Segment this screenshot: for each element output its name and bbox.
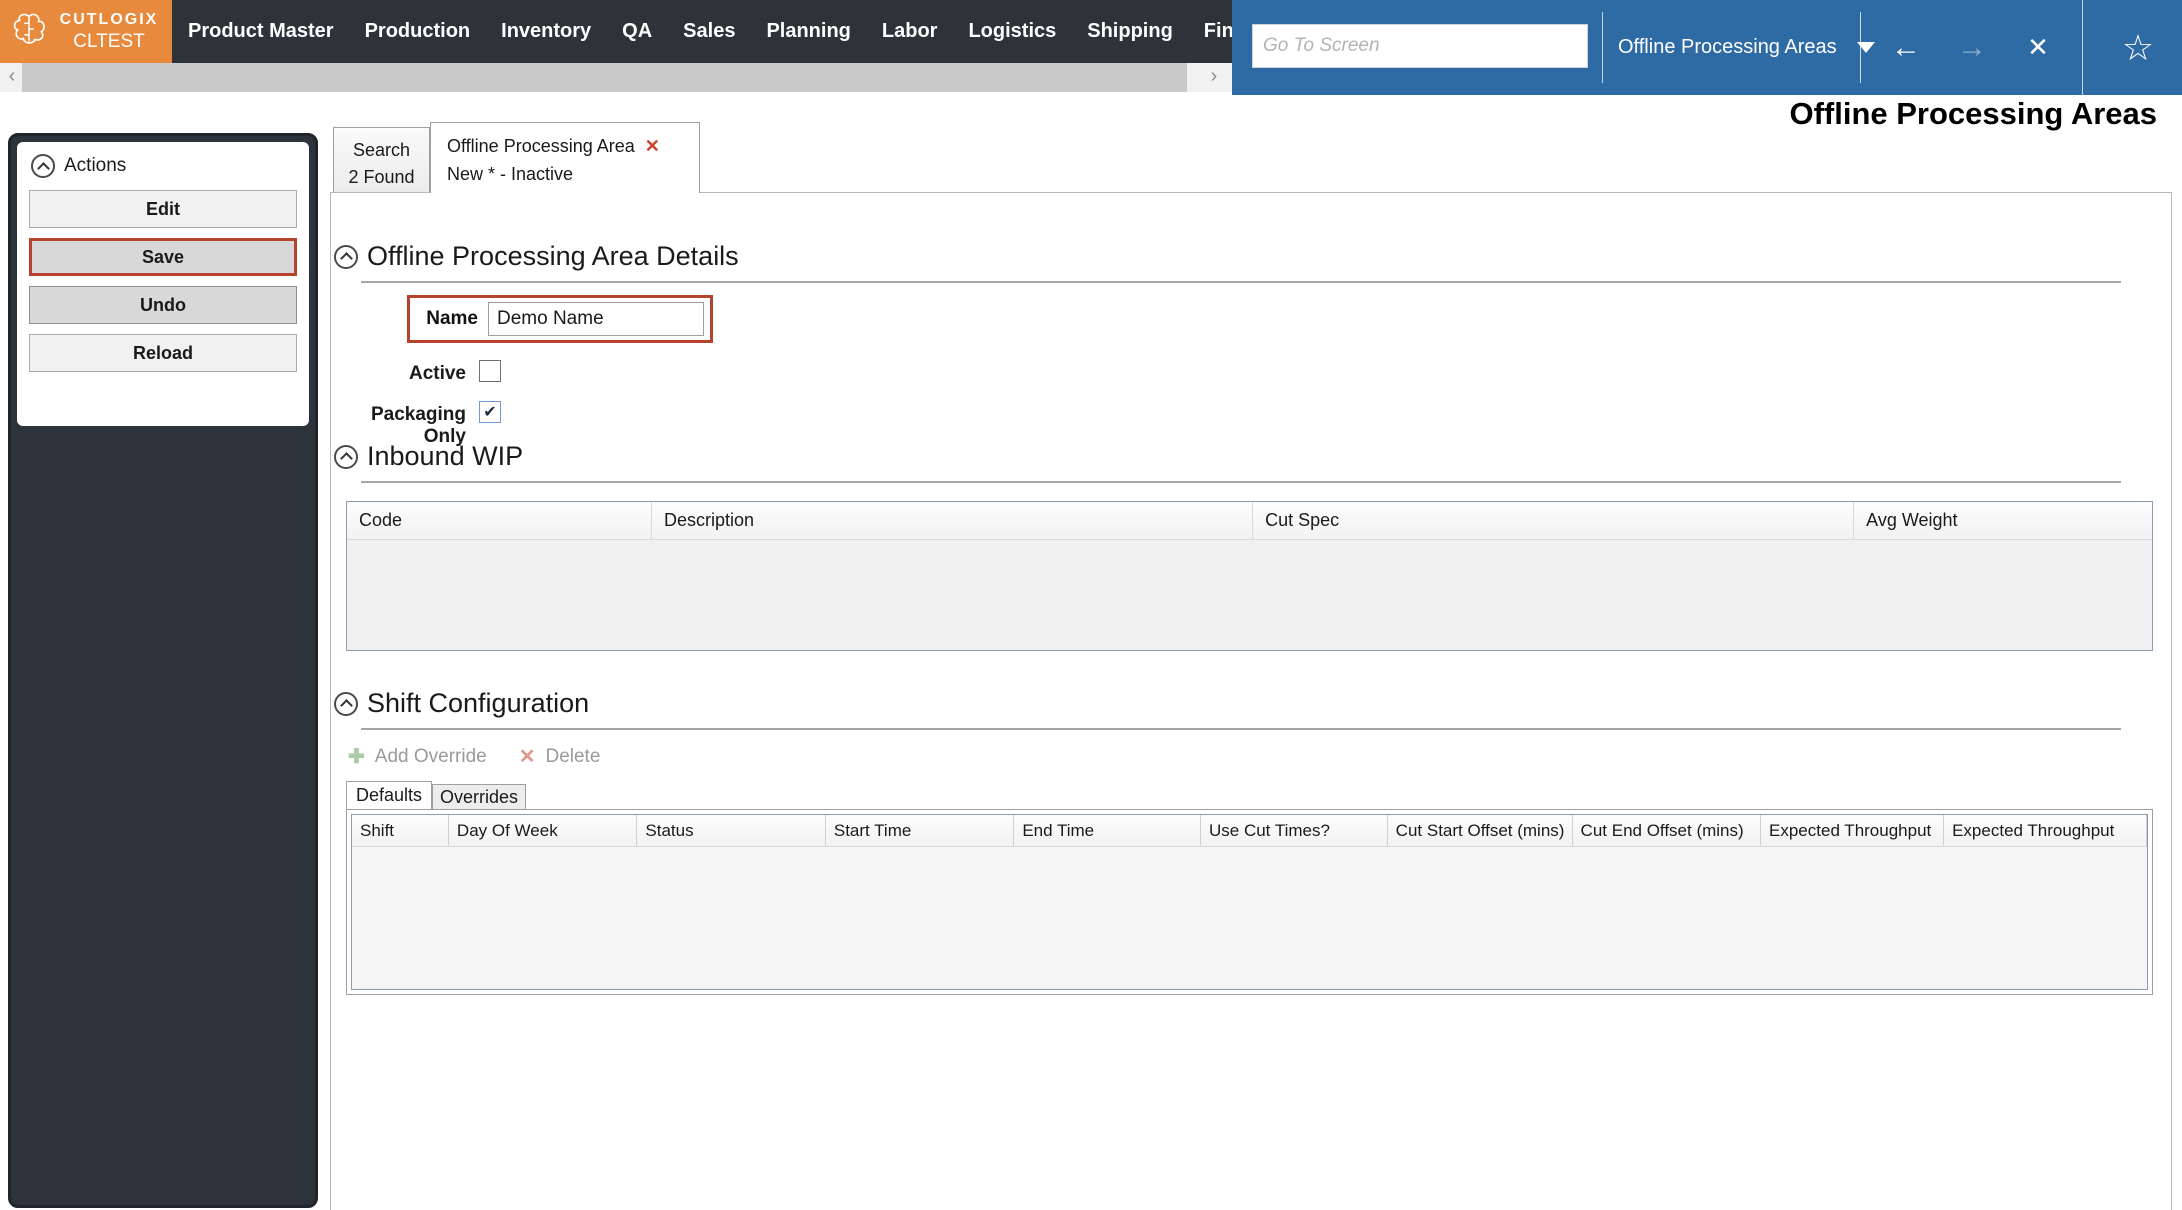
collapse-details-icon[interactable] xyxy=(334,244,358,269)
scrollbar-thumb[interactable] xyxy=(22,63,1187,92)
screen-selector-dropdown[interactable]: Offline Processing Areas xyxy=(1618,0,1875,95)
shift-toolbar: ✚ Add Override ✕ Delete xyxy=(348,744,600,769)
screen-selector-label: Offline Processing Areas xyxy=(1618,36,1837,58)
collapse-inbound-wip-icon[interactable] xyxy=(334,444,358,469)
column-header-code[interactable]: Code xyxy=(347,502,653,539)
tab-offline-processing-area[interactable]: Offline Processing Area ✕ New * - Inactiv… xyxy=(430,122,700,193)
column-header-use-cut-times[interactable]: Use Cut Times? xyxy=(1201,815,1388,846)
name-field-highlight: Name xyxy=(407,295,713,343)
column-header-description[interactable]: Description xyxy=(652,502,1254,539)
shift-table-header: Shift Day Of Week Status Start Time End … xyxy=(352,815,2147,847)
menu-item-finance[interactable]: Finance xyxy=(1204,20,1232,43)
menu-item-labor[interactable]: Labor xyxy=(882,20,938,43)
menu-item-logistics[interactable]: Logistics xyxy=(968,20,1056,43)
actions-card: Actions Edit Save Undo Reload xyxy=(17,142,309,426)
actions-header: Actions xyxy=(31,154,297,178)
menu-item-product-master[interactable]: Product Master xyxy=(188,20,334,43)
inbound-wip-section-header: Inbound WIP xyxy=(334,441,523,472)
forward-button[interactable]: → xyxy=(1946,0,1998,95)
divider xyxy=(1602,12,1603,83)
main-menu: Product Master Production Inventory QA S… xyxy=(172,0,1232,63)
packaging-only-checkbox[interactable] xyxy=(479,401,501,423)
inbound-wip-table-header: Code Description Cut Spec Avg Weight xyxy=(347,502,2152,540)
close-tab-icon[interactable]: ✕ xyxy=(645,136,660,156)
app-logo[interactable]: CUTLOGIX CLTEST xyxy=(0,0,172,63)
column-header-avg-weight[interactable]: Avg Weight xyxy=(1854,502,2152,539)
actions-sidebar: Actions Edit Save Undo Reload xyxy=(8,133,318,1208)
divider xyxy=(2082,0,2083,95)
inbound-wip-title: Inbound WIP xyxy=(367,441,524,471)
menu-item-qa[interactable]: QA xyxy=(622,20,652,43)
name-label: Name xyxy=(426,308,478,329)
active-checkbox[interactable] xyxy=(479,360,501,382)
collapse-actions-icon[interactable] xyxy=(31,154,55,178)
top-nav-bar: CUTLOGIX CLTEST Product Master Productio… xyxy=(0,0,1232,63)
tab-search-results[interactable]: Search 2 Found xyxy=(333,127,430,193)
column-header-cut-start-offset[interactable]: Cut Start Offset (mins) xyxy=(1388,815,1573,846)
delete-icon: ✕ xyxy=(518,746,536,768)
add-icon: ✚ xyxy=(348,746,365,768)
go-to-screen-input[interactable] xyxy=(1252,24,1588,68)
search-tab-line2: 2 Found xyxy=(348,167,415,187)
name-input[interactable] xyxy=(488,302,704,336)
record-tab-line1: Offline Processing Area ✕ xyxy=(447,136,660,156)
page-title: Offline Processing Areas xyxy=(1789,96,2157,131)
record-tab-status: New * - Inactive xyxy=(447,163,574,184)
quick-access-bar: Offline Processing Areas ← → ✕ ☆ xyxy=(1232,0,2182,95)
menu-item-inventory[interactable]: Inventory xyxy=(501,20,591,43)
menu-item-shipping[interactable]: Shipping xyxy=(1087,20,1173,43)
brain-logo-icon xyxy=(10,10,48,53)
back-button[interactable]: ← xyxy=(1880,0,1932,95)
search-tab-line1: Search xyxy=(352,140,411,160)
divider xyxy=(361,728,2121,730)
details-section-header: Offline Processing Area Details xyxy=(334,241,739,272)
delete-button[interactable]: Delete xyxy=(545,746,600,768)
tab-overrides[interactable]: Overrides xyxy=(432,784,526,810)
scroll-left-icon[interactable]: ‹ xyxy=(0,63,24,92)
tab-defaults[interactable]: Defaults xyxy=(346,781,432,810)
divider xyxy=(1860,12,1861,83)
shift-table-body xyxy=(352,847,2147,989)
favorite-star-button[interactable]: ☆ xyxy=(2094,0,2182,95)
shift-config-section-header: Shift Configuration xyxy=(334,688,589,719)
menu-scrollbar: ‹ › xyxy=(0,63,1232,92)
column-header-cut-end-offset[interactable]: Cut End Offset (mins) xyxy=(1573,815,1762,846)
column-header-start-time[interactable]: Start Time xyxy=(826,815,1015,846)
divider xyxy=(361,281,2121,283)
column-header-shift[interactable]: Shift xyxy=(352,815,449,846)
environment-name: CLTEST xyxy=(73,30,145,52)
collapse-shift-config-icon[interactable] xyxy=(334,691,358,716)
brand-name: CUTLOGIX xyxy=(59,10,159,28)
scroll-right-icon[interactable]: › xyxy=(1196,63,1232,92)
active-label: Active xyxy=(408,363,466,384)
menu-item-sales[interactable]: Sales xyxy=(683,20,735,43)
shift-table-panel: Shift Day Of Week Status Start Time End … xyxy=(346,809,2153,995)
add-override-button[interactable]: Add Override xyxy=(375,746,487,768)
shift-config-title: Shift Configuration xyxy=(367,688,590,718)
undo-button[interactable]: Undo xyxy=(29,286,297,324)
save-button[interactable]: Save xyxy=(29,238,297,276)
column-header-cut-spec[interactable]: Cut Spec xyxy=(1253,502,1855,539)
inbound-wip-table: Code Description Cut Spec Avg Weight xyxy=(346,501,2153,651)
column-header-expected-throughput-1[interactable]: Expected Throughput xyxy=(1761,815,1945,846)
edit-button[interactable]: Edit xyxy=(29,190,297,228)
column-header-day-of-week[interactable]: Day Of Week xyxy=(449,815,638,846)
close-screen-button[interactable]: ✕ xyxy=(2012,0,2064,95)
column-header-expected-throughput-2[interactable]: Expected Throughput xyxy=(1944,815,2147,846)
column-header-end-time[interactable]: End Time xyxy=(1014,815,1201,846)
record-detail-panel: Offline Processing Area Details Name Act… xyxy=(330,192,2172,1210)
shift-table: Shift Day Of Week Status Start Time End … xyxy=(351,814,2148,990)
details-section-title: Offline Processing Area Details xyxy=(367,241,739,271)
reload-button[interactable]: Reload xyxy=(29,334,297,372)
menu-item-planning[interactable]: Planning xyxy=(766,20,850,43)
actions-title: Actions xyxy=(64,155,127,176)
inbound-wip-table-body xyxy=(347,540,2152,651)
menu-item-production[interactable]: Production xyxy=(365,20,471,43)
column-header-status[interactable]: Status xyxy=(637,815,826,846)
divider xyxy=(361,481,2121,483)
